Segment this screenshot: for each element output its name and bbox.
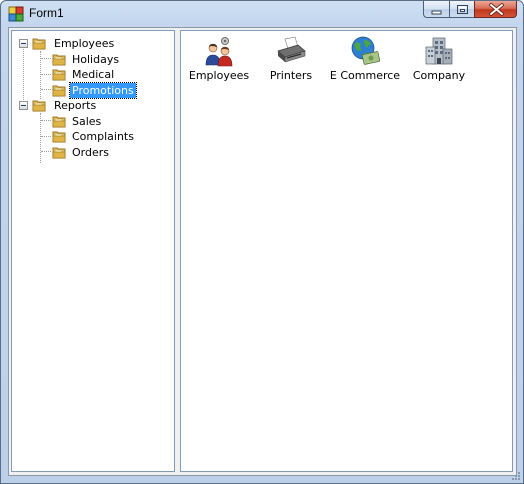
printer-icon <box>277 36 306 63</box>
maximize-button[interactable] <box>449 1 474 18</box>
building-icon <box>425 37 453 65</box>
tree-node-sales[interactable]: Sales <box>12 114 172 130</box>
tree-node-promotions[interactable]: Promotions <box>12 82 172 99</box>
tree-node-label: Employees <box>54 37 115 50</box>
tree-node-label: Medical <box>72 68 115 81</box>
tree-node-label: Complaints <box>72 130 134 143</box>
list-item-company[interactable]: Company <box>403 31 475 91</box>
tree-node-reports[interactable]: Reports <box>12 98 172 114</box>
list-item-employees[interactable]: Employees <box>183 31 255 91</box>
close-icon <box>489 3 504 16</box>
tree-node-label: Reports <box>54 99 97 112</box>
tree-node-label: Sales <box>72 115 102 128</box>
tree-node-label: Orders <box>72 146 109 159</box>
window-title: Form1 <box>29 6 64 20</box>
list-item-printers[interactable]: Printers <box>255 31 327 91</box>
folder-icon <box>32 100 46 112</box>
minimize-icon <box>431 10 442 15</box>
tree-node-label-selected: Promotions <box>69 82 137 99</box>
list-item-label: E Commerce <box>329 69 401 82</box>
list-item-label: Printers <box>269 69 313 82</box>
tree-view[interactable]: Employees Holidays Medical Promotions Re… <box>11 30 175 472</box>
tree-node-employees[interactable]: Employees <box>12 36 172 52</box>
folder-icon <box>52 116 66 128</box>
list-view[interactable]: Employees Printers E Commerce Company <box>180 30 513 472</box>
users-icon <box>205 37 233 67</box>
tree-node-complaints[interactable]: Complaints <box>12 129 172 145</box>
collapse-toggle[interactable] <box>19 101 28 110</box>
tree-node-label: Holidays <box>72 53 120 66</box>
folder-icon <box>52 69 66 81</box>
folder-icon <box>32 38 46 50</box>
tree-node-orders[interactable]: Orders <box>12 145 172 161</box>
minimize-button[interactable] <box>423 1 449 18</box>
caption-buttons <box>423 1 517 19</box>
form-client-area: Employees Holidays Medical Promotions Re… <box>8 27 517 476</box>
resize-grip-icon[interactable] <box>511 471 521 481</box>
list-item-label: Company <box>412 69 466 82</box>
list-item-label: Employees <box>188 69 250 82</box>
folder-icon <box>52 54 66 66</box>
form1-window: Form1 Employees Holidays Medical Promoti… <box>0 0 524 484</box>
collapse-toggle[interactable] <box>19 39 28 48</box>
list-item-e-commerce[interactable]: E Commerce <box>329 31 401 91</box>
globe-money-icon <box>351 36 381 65</box>
tree-node-medical[interactable]: Medical <box>12 67 172 83</box>
folder-icon <box>52 131 66 143</box>
title-bar[interactable]: Form1 <box>1 1 523 27</box>
folder-icon <box>52 85 66 97</box>
folder-icon <box>52 147 66 159</box>
app-icon <box>8 6 24 22</box>
close-button[interactable] <box>474 1 517 18</box>
maximize-icon <box>457 5 468 14</box>
tree-node-holidays[interactable]: Holidays <box>12 52 172 68</box>
